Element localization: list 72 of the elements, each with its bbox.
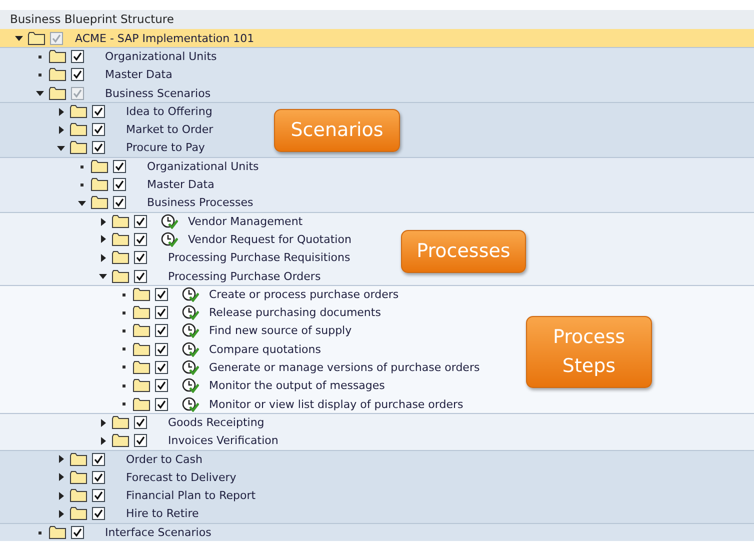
folder-icon <box>112 215 129 228</box>
node-label: ACME - SAP Implementation 101 <box>75 32 254 45</box>
node-label: Processing Purchase Requisitions <box>168 251 350 264</box>
bullet-icon <box>122 310 126 315</box>
folder-icon <box>70 470 87 484</box>
node-label: Procure to Pay <box>126 141 205 154</box>
node-label: Master Data <box>105 68 172 82</box>
node-label: Business Scenarios <box>105 86 211 100</box>
folder-icon <box>133 398 150 411</box>
node-label: Master Data <box>147 178 214 192</box>
bullet-icon <box>122 347 126 352</box>
node-label: Forecast to Delivery <box>126 470 236 484</box>
folder-icon <box>49 86 66 100</box>
node-label: Organizational Units <box>147 160 259 174</box>
node-label: Market to Order <box>126 123 214 136</box>
node-label: Monitor or view list display of purchase orders <box>209 398 464 411</box>
folder-icon <box>49 50 66 64</box>
node-label: Business Processes <box>147 196 254 210</box>
bullet-icon <box>122 402 126 406</box>
node-label: Vendor Request for Quotation <box>188 232 352 246</box>
bullet-icon <box>122 384 126 388</box>
folder-icon <box>133 324 150 338</box>
folder-icon <box>70 452 87 466</box>
node-label: Hire to Retire <box>126 507 199 520</box>
bullet-icon <box>38 54 42 59</box>
callout-tooltip: Processes <box>401 230 526 273</box>
bullet-icon <box>122 328 126 333</box>
callout-tooltip: Scenarios <box>274 109 400 152</box>
folder-icon <box>70 123 87 136</box>
folder-icon <box>49 68 66 82</box>
node-label: Processing Purchase Orders <box>168 270 321 282</box>
node-label: Find new source of supply <box>209 324 352 338</box>
folder-icon <box>133 306 150 320</box>
bullet-icon <box>80 182 84 187</box>
node-label: Compare quotations <box>209 342 321 356</box>
folder-icon <box>133 342 150 356</box>
bullet-icon <box>38 72 42 77</box>
node-label: Generate or manage versions of purchase orders <box>209 360 480 374</box>
folder-icon <box>70 489 87 502</box>
node-label: Interface Scenarios <box>105 526 212 540</box>
node-label: Invoices Verification <box>168 434 278 448</box>
bullet-icon <box>122 292 126 297</box>
tree-header: Business Blueprint Structure <box>0 10 754 29</box>
folder-icon <box>133 360 150 374</box>
node-label: Monitor the output of messages <box>209 379 385 392</box>
folder-icon <box>112 232 129 246</box>
node-label: Financial Plan to Report <box>126 489 256 502</box>
node-label: Goods Receipting <box>168 416 264 430</box>
folder-icon <box>70 105 87 118</box>
node-label: Create or process purchase orders <box>209 288 399 302</box>
folder-icon <box>133 379 150 392</box>
folder-icon <box>112 434 129 448</box>
node-label: Organizational Units <box>105 50 217 64</box>
folder-icon <box>70 507 87 520</box>
folder-icon <box>49 526 66 540</box>
bullet-icon <box>38 530 42 535</box>
folder-icon <box>112 251 129 264</box>
folder-icon <box>112 416 129 430</box>
folder-icon <box>91 178 108 192</box>
node-label: Vendor Management <box>188 215 303 228</box>
folder-icon <box>70 141 87 154</box>
bullet-icon <box>80 164 84 169</box>
bullet-icon <box>122 365 126 370</box>
callout-tooltip: Process Steps <box>526 316 652 388</box>
folder-icon <box>91 160 108 174</box>
folder-icon <box>91 196 108 210</box>
folder-icon <box>112 270 129 282</box>
node-label: Release purchasing documents <box>209 306 381 320</box>
folder-icon <box>28 32 45 45</box>
folder-icon <box>133 288 150 302</box>
node-label: Order to Cash <box>126 452 202 466</box>
node-label: Idea to Offering <box>126 105 212 118</box>
